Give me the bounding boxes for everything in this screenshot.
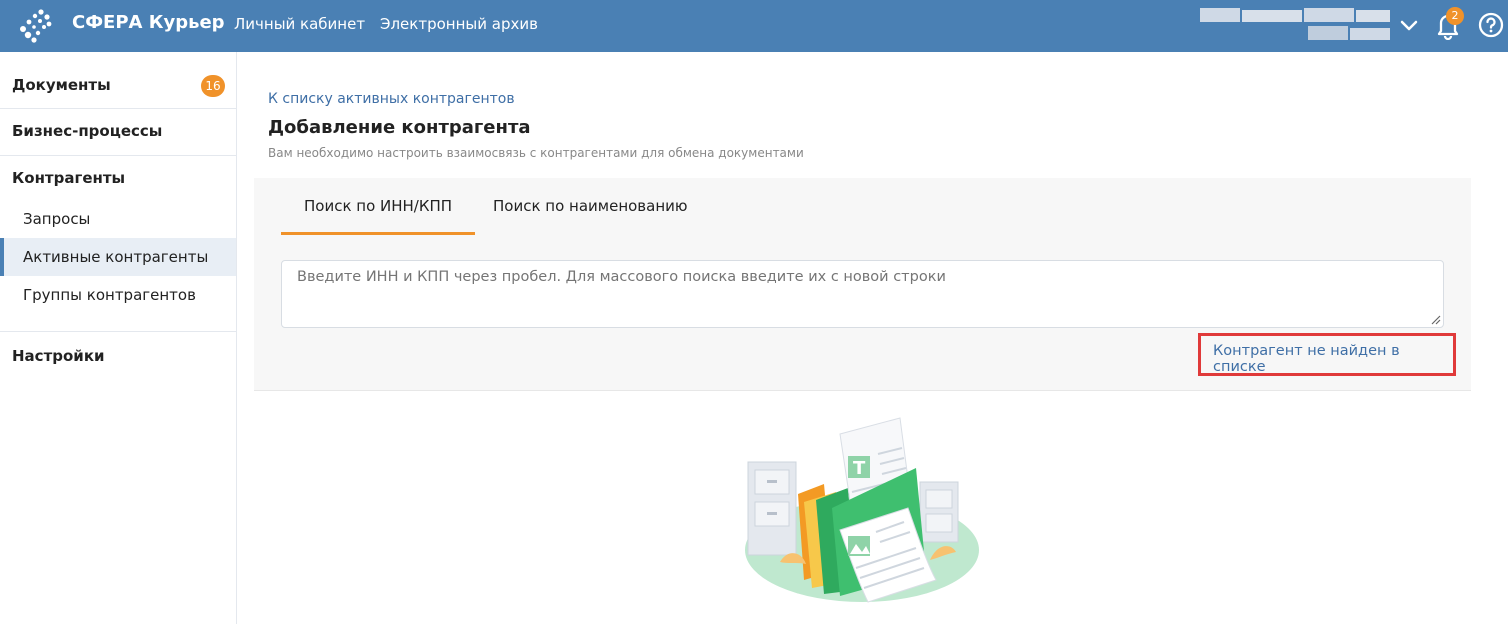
top-bar: СФЕРА Курьер Личный кабинет Электронный … bbox=[0, 0, 1508, 52]
sidebar-item-active-counterparties[interactable]: Активные контрагенты bbox=[0, 238, 236, 276]
notifications-badge: 2 bbox=[1446, 7, 1464, 25]
documents-illustration: T bbox=[745, 417, 979, 603]
sidebar-item-counterparty-groups[interactable]: Группы контрагентов bbox=[0, 276, 236, 314]
page-title: Добавление контрагента bbox=[268, 117, 531, 138]
resize-grip-icon[interactable] bbox=[1429, 313, 1441, 325]
nav-personal-account[interactable]: Личный кабинет bbox=[234, 15, 365, 33]
page-subtitle: Вам необходимо настроить взаимосвязь с к… bbox=[268, 146, 804, 160]
sidebar-item-requests[interactable]: Запросы bbox=[0, 200, 236, 238]
sidebar-item-business-processes[interactable]: Бизнес-процессы bbox=[0, 122, 236, 140]
back-to-active-counterparties-link[interactable]: К списку активных контрагентов bbox=[268, 91, 515, 107]
tab-search-inn-kpp[interactable]: Поиск по ИНН/КПП bbox=[281, 195, 476, 235]
help-icon[interactable] bbox=[1478, 12, 1504, 38]
brand-title[interactable]: СФЕРА Курьер bbox=[72, 12, 225, 33]
sidebar: Документы 16 Бизнес-процессы Контрагенты… bbox=[0, 52, 237, 624]
documents-count-badge: 16 bbox=[201, 75, 225, 97]
sidebar-item-counterparties[interactable]: Контрагенты bbox=[0, 169, 236, 187]
counterparty-not-found-link[interactable]: Контрагент не найден в списке bbox=[1198, 333, 1456, 376]
nav-electronic-archive[interactable]: Электронный архив bbox=[380, 15, 538, 33]
sidebar-divider bbox=[0, 155, 236, 156]
sfera-logo-icon[interactable] bbox=[16, 8, 52, 44]
sidebar-divider bbox=[0, 108, 236, 109]
user-name-blurred[interactable] bbox=[1200, 6, 1390, 44]
sidebar-item-settings[interactable]: Настройки bbox=[0, 347, 236, 365]
chevron-down-icon[interactable] bbox=[1398, 14, 1420, 36]
inn-kpp-search-input[interactable] bbox=[281, 260, 1444, 328]
search-panel: Поиск по ИНН/КПП Поиск по наименованию К… bbox=[254, 178, 1471, 391]
sidebar-divider bbox=[0, 331, 236, 332]
tab-search-by-name[interactable]: Поиск по наименованию bbox=[493, 195, 688, 235]
svg-text:T: T bbox=[853, 458, 866, 479]
